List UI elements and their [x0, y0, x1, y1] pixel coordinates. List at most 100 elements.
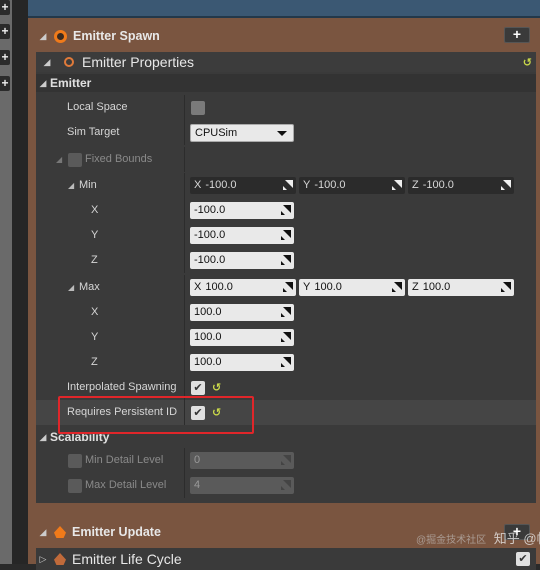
emitter-update-title: Emitter Update: [72, 525, 161, 539]
divider: [184, 120, 185, 145]
min-x-label: X: [91, 204, 99, 216]
drag-handle-icon[interactable]: [281, 205, 291, 215]
emitter-life-cycle-title: Emitter Life Cycle: [72, 551, 182, 567]
drag-handle-icon[interactable]: [392, 180, 402, 190]
max-x-input[interactable]: 100.0: [190, 304, 294, 321]
divider: [184, 248, 185, 273]
min-z-field[interactable]: Z -100.0: [408, 177, 514, 194]
drag-handle-icon[interactable]: [501, 180, 511, 190]
min-label: Min: [79, 179, 97, 191]
emitter-spawn-icon: [54, 29, 67, 43]
min-detail-level-checkbox[interactable]: [68, 454, 82, 468]
divider: [184, 198, 185, 223]
divider: [184, 473, 185, 498]
max-z-field[interactable]: Z 100.0: [408, 279, 514, 296]
drag-handle-icon[interactable]: [281, 480, 291, 490]
left-add-button[interactable]: +: [0, 50, 10, 65]
divider: [184, 95, 185, 120]
watermark: @掘金技术社区 知乎 @帆起: [416, 528, 540, 547]
divider: [184, 448, 185, 473]
emitter-spawn-header[interactable]: ◢ Emitter Spawn: [36, 25, 536, 47]
min-x-field[interactable]: X -100.0: [190, 177, 296, 194]
min-x-input[interactable]: -100.0: [190, 202, 294, 219]
emitter-properties-header[interactable]: ◢ Emitter Properties ↺: [36, 52, 536, 72]
collapse-triangle-icon[interactable]: ◢: [36, 78, 50, 89]
watermark-text: 知乎 @帆起: [493, 531, 540, 546]
min-y-field[interactable]: Y -100.0: [299, 177, 405, 194]
chevron-down-icon: [277, 131, 287, 136]
max-detail-level-input[interactable]: 4: [190, 477, 294, 494]
drag-handle-icon[interactable]: [392, 282, 402, 292]
divider: [184, 173, 185, 198]
emitter-properties-title: Emitter Properties: [82, 54, 195, 70]
max-detail-level-checkbox[interactable]: [68, 479, 82, 493]
min-detail-level-value: 0: [194, 454, 201, 466]
max-x-field[interactable]: X 100.0: [190, 279, 296, 296]
axis-x-label: X: [194, 179, 202, 191]
left-add-button[interactable]: +: [0, 76, 10, 91]
drag-handle-icon[interactable]: [281, 307, 291, 317]
collapse-triangle-icon[interactable]: ◢: [68, 173, 74, 198]
max-row: ◢ Max X 100.0 Y 100.0 Z 100.0: [36, 275, 536, 300]
max-detail-level-label: Max Detail Level: [85, 479, 167, 491]
max-y-label: Y: [91, 331, 99, 343]
drag-handle-icon[interactable]: [283, 282, 293, 292]
min-z-label: Z: [91, 254, 98, 266]
left-toolbar: + + + +: [0, 0, 12, 564]
left-add-button[interactable]: +: [0, 0, 10, 15]
collapse-triangle-icon[interactable]: ◢: [68, 275, 74, 300]
collapse-triangle-icon[interactable]: ◢: [56, 147, 62, 172]
min-y-label: Y: [91, 229, 99, 241]
drag-handle-icon[interactable]: [281, 255, 291, 265]
collapse-triangle-icon[interactable]: ◢: [36, 527, 50, 538]
min-z-input[interactable]: -100.0: [190, 252, 294, 269]
emitter-life-cycle-header[interactable]: ▷ Emitter Life Cycle ✔: [36, 548, 536, 570]
interpolated-spawning-checkbox[interactable]: ✔: [191, 381, 205, 395]
fixed-bounds-checkbox[interactable]: [68, 153, 82, 167]
max-y-value: 100.0: [314, 281, 342, 293]
drag-handle-icon[interactable]: [281, 230, 291, 240]
min-x-row: X -100.0: [36, 198, 536, 223]
reset-icon[interactable]: ↺: [523, 56, 532, 69]
expand-triangle-icon[interactable]: ▷: [36, 554, 50, 565]
emitter-spawn-add-button[interactable]: +: [504, 27, 530, 43]
top-bar: [28, 0, 540, 18]
min-x-value: -100.0: [205, 179, 237, 191]
drag-handle-icon[interactable]: [281, 455, 291, 465]
emitter-category-label: Emitter: [50, 76, 92, 90]
emitter-update-icon: [54, 526, 66, 538]
collapse-triangle-icon[interactable]: ◢: [36, 432, 50, 443]
fixed-bounds-row: ◢ Fixed Bounds: [36, 147, 536, 172]
max-y-field[interactable]: Y 100.0: [299, 279, 405, 296]
max-z-value: 100.0: [422, 281, 451, 293]
max-x-row: X 100.0: [36, 300, 536, 325]
sim-target-select[interactable]: CPUSim: [190, 124, 294, 142]
divider: [184, 275, 185, 300]
drag-handle-icon[interactable]: [281, 357, 291, 367]
axis-y-label: Y: [303, 179, 311, 191]
emitter-category[interactable]: ◢ Emitter: [36, 74, 536, 92]
max-y-input[interactable]: 100.0: [190, 329, 294, 346]
axis-y-label: Y: [303, 281, 311, 293]
min-z-row: Z -100.0: [36, 248, 536, 273]
watermark-prefix: @掘金技术社区: [416, 535, 487, 546]
drag-handle-icon[interactable]: [501, 282, 511, 292]
collapse-triangle-icon[interactable]: ◢: [36, 31, 50, 42]
axis-z-label: Z: [412, 281, 419, 293]
sim-target-row: Sim Target CPUSim: [36, 120, 536, 145]
max-detail-level-row: Max Detail Level 4: [36, 473, 536, 498]
max-z-input[interactable]: 100.0: [190, 354, 294, 371]
reset-icon[interactable]: ↺: [212, 381, 221, 394]
drag-handle-icon[interactable]: [283, 180, 293, 190]
min-y-input[interactable]: -100.0: [190, 227, 294, 244]
collapse-triangle-icon[interactable]: ◢: [40, 57, 54, 68]
local-space-checkbox[interactable]: [191, 101, 205, 115]
left-add-button[interactable]: +: [0, 24, 10, 39]
divider: [184, 300, 185, 325]
min-row: ◢ Min X -100.0 Y -100.0 Z -100.0: [36, 173, 536, 198]
axis-z-label: Z: [412, 179, 419, 191]
divider: [184, 147, 185, 172]
fixed-bounds-label: Fixed Bounds: [85, 153, 153, 165]
drag-handle-icon[interactable]: [281, 332, 291, 342]
min-detail-level-input[interactable]: 0: [190, 452, 294, 469]
